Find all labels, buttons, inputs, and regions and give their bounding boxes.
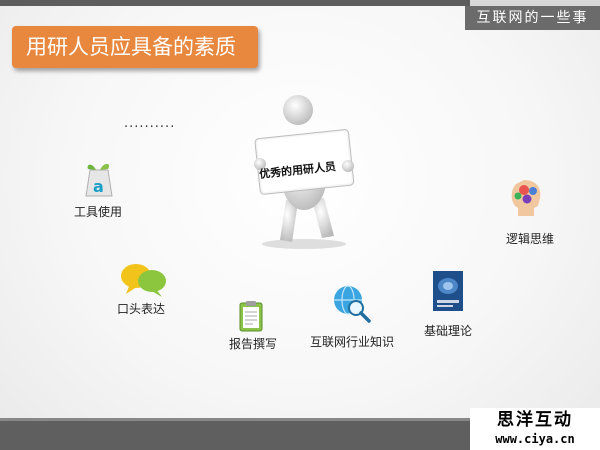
ellipsis: .......... xyxy=(124,116,176,131)
skill-label-tools: 工具使用 xyxy=(74,205,123,219)
slide-title: 用研人员应具备的素质 xyxy=(12,26,258,68)
book-icon xyxy=(433,271,463,311)
watermark-stamp: 思洋互动 www.ciya.cn xyxy=(470,408,600,450)
speech-bubbles-icon xyxy=(121,264,166,297)
clipboard-icon xyxy=(239,301,263,332)
svg-text:a: a xyxy=(93,177,104,196)
skill-label-speaking: 口头表达 xyxy=(117,302,166,316)
app-store-icon: a xyxy=(85,163,113,197)
skill-label-theory: 基础理论 xyxy=(424,324,473,338)
skill-label-internet: 互联网行业知识 xyxy=(310,335,395,349)
skill-label-report: 报告撰写 xyxy=(229,337,278,351)
skill-label-logic: 逻辑思维 xyxy=(506,232,555,246)
stamp-url: www.ciya.cn xyxy=(495,432,575,446)
globe-search-icon xyxy=(334,285,371,323)
head-gears-icon xyxy=(511,180,541,216)
stamp-name: 思洋互动 xyxy=(497,410,573,430)
brand-tab: 互联网的一些事 xyxy=(465,6,600,30)
